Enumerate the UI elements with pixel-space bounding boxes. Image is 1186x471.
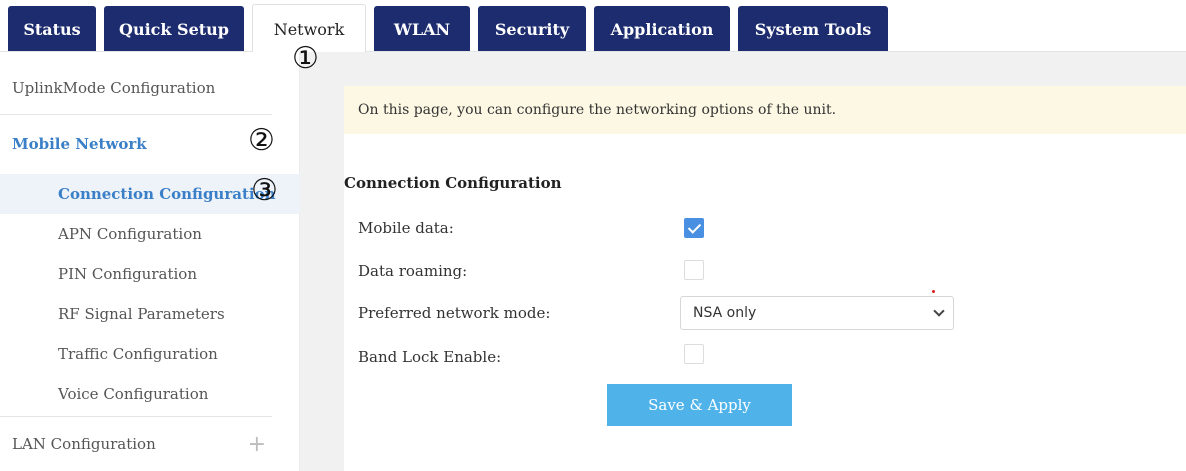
sidebar-item-label: LAN Configuration — [12, 435, 156, 453]
sidebar-divider — [0, 114, 272, 115]
tab-status[interactable]: Status — [8, 6, 96, 52]
data-roaming-checkbox[interactable] — [684, 260, 704, 280]
preferred-network-mode-select[interactable]: NSA only — [680, 296, 954, 330]
band-lock-enable-checkbox[interactable] — [684, 344, 704, 364]
sidebar-item-lan-configuration[interactable]: LAN Configuration + — [0, 424, 300, 464]
plus-icon[interactable]: + — [248, 432, 266, 457]
tab-security[interactable]: Security — [478, 6, 586, 52]
info-notice: On this page, you can configure the netw… — [344, 86, 1186, 134]
sidebar-item-traffic-configuration[interactable]: Traffic Configuration — [0, 334, 300, 374]
section-title: Connection Configuration — [344, 174, 562, 192]
preferred-network-mode-label: Preferred network mode: — [358, 304, 551, 322]
sidebar-item-rf-signal-parameters[interactable]: RF Signal Parameters — [0, 294, 300, 334]
sidebar-divider — [0, 416, 272, 417]
sidebar-item-uplinkmode-configuration[interactable]: UplinkMode Configuration — [0, 68, 300, 108]
band-lock-enable-label: Band Lock Enable: — [358, 348, 502, 366]
tab-application[interactable]: Application — [594, 6, 730, 52]
sidebar-item-pin-configuration[interactable]: PIN Configuration — [0, 254, 300, 294]
sidebar-item-apn-configuration[interactable]: APN Configuration — [0, 214, 300, 254]
data-roaming-label: Data roaming: — [358, 262, 468, 280]
preferred-network-mode-value: NSA only — [693, 305, 757, 321]
tab-system-tools[interactable]: System Tools — [738, 6, 888, 52]
mobile-data-label: Mobile data: — [358, 219, 454, 237]
annotation-marker-2: ② — [248, 123, 275, 158]
required-indicator-dot — [932, 290, 935, 293]
annotation-marker-1: ① — [292, 41, 319, 76]
main-content: On this page, you can configure the netw… — [300, 52, 1186, 471]
chevron-down-icon — [933, 305, 945, 317]
tab-quick-setup[interactable]: Quick Setup — [104, 6, 244, 52]
tab-wlan[interactable]: WLAN — [374, 6, 470, 52]
sidebar: UplinkMode Configuration Mobile Network … — [0, 52, 300, 471]
main-nav-tabs: Status Quick Setup Network WLAN Security… — [0, 0, 1186, 52]
mobile-data-checkbox[interactable] — [684, 218, 704, 238]
sidebar-item-voice-configuration[interactable]: Voice Configuration — [0, 374, 300, 414]
save-apply-button[interactable]: Save & Apply — [607, 384, 792, 426]
sidebar-group-label: Mobile Network — [12, 135, 147, 153]
content-panel: On this page, you can configure the netw… — [344, 86, 1186, 471]
connection-config-form: Mobile data: Data roaming: Preferred net… — [344, 198, 1186, 471]
annotation-marker-3: ③ — [251, 173, 278, 208]
